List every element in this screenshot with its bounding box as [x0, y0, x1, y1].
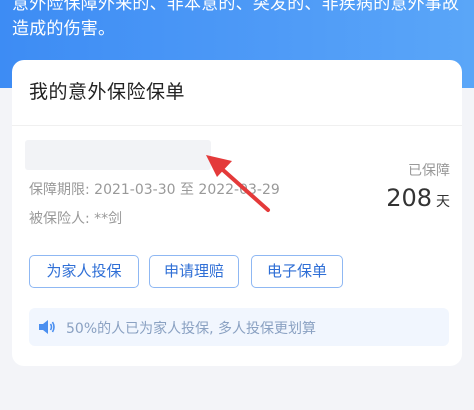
e-policy-button[interactable]: 电子保单 — [251, 255, 343, 288]
protected-days-number: 208 — [386, 184, 432, 212]
protected-days: 208 天 — [386, 184, 450, 212]
policy-card[interactable]: 我的意外保险保单 保障期限: 2021-03-30 至 2022-03-29 被… — [12, 60, 462, 366]
card-title: 我的意外保险保单 — [29, 81, 186, 103]
protected-days-unit: 天 — [436, 194, 450, 210]
promo-tip[interactable]: 50%的人已为家人投保, 多人投保更划算 — [29, 308, 449, 346]
coverage-period: 保障期限: 2021-03-30 至 2022-03-29 — [29, 182, 280, 198]
header-notice: 意外险保障外来的、非本意的、突发的、非疾病的意外事故造成的伤害。 — [12, 0, 460, 39]
speaker-icon — [39, 320, 55, 334]
protected-label: 已保障 — [408, 163, 450, 179]
divider — [12, 125, 462, 126]
promo-tip-text: 50%的人已为家人投保, 多人投保更划算 — [66, 321, 317, 337]
redacted-policy-name — [25, 140, 211, 170]
insured-person: 被保险人: **剑 — [29, 211, 123, 227]
claim-button[interactable]: 申请理赔 — [149, 255, 239, 288]
insure-family-button[interactable]: 为家人投保 — [29, 255, 139, 288]
